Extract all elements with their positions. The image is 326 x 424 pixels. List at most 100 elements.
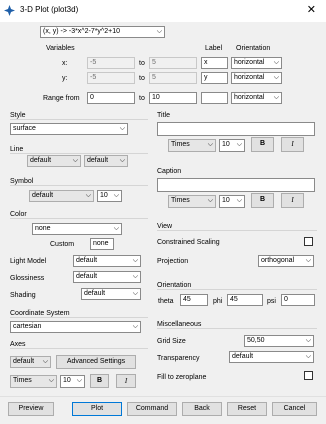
- x-orientation-value: horizontal: [234, 59, 265, 66]
- custom-color-input[interactable]: none: [90, 238, 114, 250]
- chevron-down-icon: ⌵: [42, 358, 48, 365]
- chevron-down-icon: ⌵: [132, 273, 138, 280]
- fill-zeroplane-checkbox[interactable]: [304, 371, 313, 380]
- command-button[interactable]: Command: [127, 402, 177, 416]
- chevron-down-icon: ⌵: [76, 377, 82, 384]
- title-header: Title: [157, 112, 170, 119]
- chevron-down-icon: ⌵: [85, 192, 91, 199]
- grid-size-label: Grid Size: [157, 338, 186, 345]
- preview-button[interactable]: Preview: [8, 402, 54, 416]
- fill-zeroplane-label: Fill to zeroplane: [157, 374, 207, 381]
- line-style-select[interactable]: default ⌵: [27, 155, 81, 167]
- projection-select[interactable]: orthogonal ⌵: [258, 255, 314, 267]
- x-from-input[interactable]: -5: [87, 57, 135, 69]
- title-italic-button[interactable]: I: [281, 137, 304, 152]
- glossiness-value: default: [76, 273, 98, 280]
- y-orientation-value: horizontal: [234, 74, 265, 81]
- chevron-down-icon: ⌵: [113, 225, 119, 232]
- title-size-select[interactable]: 10 ⌵: [219, 139, 245, 152]
- x-orientation-select[interactable]: horizontal ⌵: [231, 57, 282, 69]
- symbol-select[interactable]: default ⌵: [29, 190, 94, 202]
- chevron-down-icon: ⌵: [305, 337, 311, 344]
- chevron-down-icon: ⌵: [273, 94, 279, 101]
- coordinate-system-select[interactable]: cartesian ⌵: [10, 321, 141, 333]
- chevron-down-icon: ⌵: [119, 157, 125, 164]
- caption-header: Caption: [157, 168, 182, 175]
- x-label-input[interactable]: x: [201, 57, 228, 69]
- title-bold-button[interactable]: B: [251, 137, 274, 152]
- color-select[interactable]: none ⌵: [32, 223, 122, 235]
- advanced-settings-button[interactable]: Advanced Settings: [56, 355, 136, 369]
- axes-italic-button[interactable]: I: [116, 374, 136, 388]
- chevron-down-icon: ⌵: [207, 141, 213, 148]
- shading-label: Shading: [10, 292, 36, 299]
- grid-size-select[interactable]: 50,50 ⌵: [244, 335, 314, 347]
- axes-font-select[interactable]: Times ⌵: [10, 375, 57, 388]
- chevron-down-icon: ⌵: [48, 377, 54, 384]
- divider: [0, 396, 326, 397]
- caption-size-select[interactable]: 10 ⌵: [219, 195, 245, 208]
- symbol-size-select[interactable]: 10 ⌵: [97, 190, 122, 202]
- y-from-input[interactable]: -5: [87, 72, 135, 84]
- plot-button[interactable]: Plot: [72, 402, 122, 416]
- line-color-value: default: [87, 157, 109, 164]
- light-model-label: Light Model: [10, 258, 47, 265]
- line-style-value: default: [30, 157, 52, 164]
- range-label: Range from: [43, 95, 80, 102]
- axes-size-select[interactable]: 10 ⌵: [60, 375, 85, 388]
- divider: [10, 153, 148, 154]
- symbol-size-value: 10: [100, 192, 108, 199]
- caption-italic-button[interactable]: I: [281, 193, 304, 208]
- theta-input[interactable]: 45: [180, 294, 208, 306]
- chevron-down-icon: ⌵: [273, 59, 279, 66]
- chevron-down-icon: ⌵: [113, 192, 119, 199]
- coordinate-system-value: cartesian: [13, 323, 42, 330]
- transparency-value: default: [232, 353, 254, 360]
- divider: [10, 218, 148, 219]
- reset-button[interactable]: Reset: [227, 402, 267, 416]
- projection-label: Projection: [157, 258, 189, 265]
- label-header: Label: [205, 45, 223, 52]
- psi-input[interactable]: 0: [281, 294, 315, 306]
- axes-select[interactable]: default ⌵: [10, 356, 51, 368]
- shading-select[interactable]: default ⌵: [81, 288, 141, 300]
- axes-font-value: Times: [13, 377, 32, 384]
- light-model-select[interactable]: default ⌵: [73, 255, 141, 267]
- window-title: 3-D Plot (plot3d): [20, 5, 79, 14]
- range-from-input[interactable]: 0: [87, 92, 135, 104]
- range-orientation-select[interactable]: horizontal ⌵: [231, 92, 282, 104]
- cancel-button[interactable]: Cancel: [272, 402, 317, 416]
- caption-bold-button[interactable]: B: [251, 193, 274, 208]
- title-font-value: Times: [171, 141, 190, 148]
- caption-font-select[interactable]: Times ⌵: [168, 195, 216, 208]
- caption-input[interactable]: [157, 178, 315, 192]
- chevron-down-icon: ⌵: [305, 257, 311, 264]
- y-to-input[interactable]: 5: [149, 72, 197, 84]
- back-button[interactable]: Back: [182, 402, 222, 416]
- transparency-select[interactable]: default ⌵: [229, 351, 314, 363]
- x-to-input[interactable]: 5: [149, 57, 197, 69]
- color-value: none: [35, 225, 51, 232]
- title-font-select[interactable]: Times ⌵: [168, 139, 216, 152]
- range-to-input[interactable]: 10: [149, 92, 197, 104]
- x-to-label: to: [139, 60, 145, 67]
- chevron-down-icon: ⌵: [207, 197, 213, 204]
- app-icon: [4, 5, 15, 16]
- function-select-value: (x, y) -> -3*x^2-7*y^2+10: [43, 28, 120, 35]
- style-select[interactable]: surface ⌵: [10, 123, 128, 135]
- constrained-scaling-checkbox[interactable]: [304, 237, 313, 246]
- line-color-select[interactable]: default ⌵: [84, 155, 128, 167]
- title-bar: 3-D Plot (plot3d) ✕: [0, 0, 326, 22]
- axes-bold-button[interactable]: B: [90, 374, 109, 388]
- title-input[interactable]: [157, 122, 315, 136]
- y-label-input[interactable]: y: [201, 72, 228, 84]
- y-orientation-select[interactable]: horizontal ⌵: [231, 72, 282, 84]
- range-label-input[interactable]: [201, 92, 228, 104]
- chevron-down-icon: ⌵: [132, 323, 138, 330]
- phi-input[interactable]: 45: [227, 294, 263, 306]
- chevron-down-icon: ⌵: [236, 141, 242, 148]
- close-icon[interactable]: ✕: [307, 3, 316, 16]
- chevron-down-icon: ⌵: [72, 157, 78, 164]
- function-select[interactable]: (x, y) -> -3*x^2-7*y^2+10 ⌵: [40, 26, 165, 38]
- glossiness-select[interactable]: default ⌵: [73, 271, 141, 283]
